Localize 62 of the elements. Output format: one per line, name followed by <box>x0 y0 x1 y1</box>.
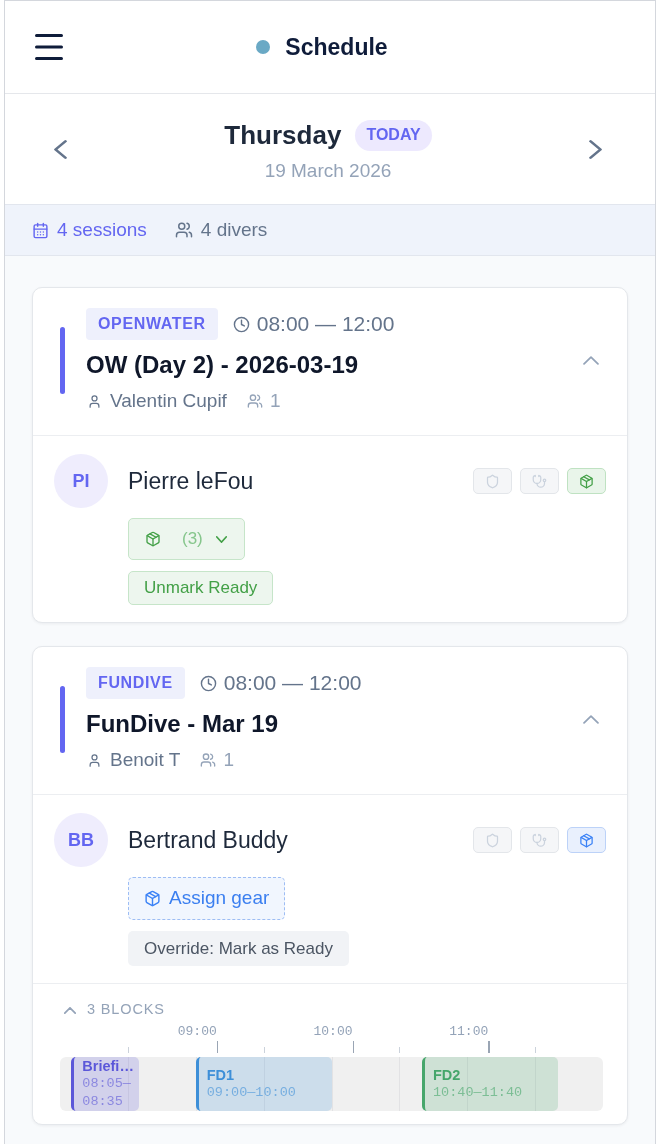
session-accent-bar <box>60 685 65 753</box>
users-icon <box>200 752 217 768</box>
block-title: Briefi… <box>82 1057 134 1075</box>
tick-mark <box>535 1047 537 1053</box>
clock-icon <box>199 674 217 692</box>
full-date: 19 March 2026 <box>264 159 392 182</box>
session-time: 08:00 — 12:00 <box>223 670 362 697</box>
timeline-block[interactable]: FD2 10:40—11:40 <box>422 1057 558 1111</box>
avatar: PI <box>54 454 108 508</box>
tick-mark <box>127 1047 129 1053</box>
block-time: 09:00—10:00 <box>206 1084 296 1102</box>
diver-count: 1 <box>269 388 281 413</box>
chevron-left-icon[interactable] <box>54 139 67 159</box>
calendar-icon <box>32 221 49 239</box>
timeline-block[interactable]: FD1 09:00—10:00 <box>195 1057 332 1111</box>
tick-mark <box>263 1047 265 1053</box>
blocks-toggle[interactable]: 3 BLOCKS <box>64 1002 165 1018</box>
block-time: 10:40—11:40 <box>433 1084 523 1102</box>
instructor-name: Valentin Cupif <box>110 388 227 413</box>
today-badge: TODAY <box>355 119 432 151</box>
divers-count: 4 divers <box>200 217 268 242</box>
session-time: 08:00 — 12:00 <box>256 311 395 338</box>
assign-gear-button[interactable]: Assign gear <box>128 877 286 920</box>
person-icon <box>87 393 102 409</box>
chevron-right-icon[interactable] <box>589 139 602 159</box>
menu-icon[interactable] <box>35 34 63 60</box>
gear-dropdown[interactable]: (3) <box>128 518 245 560</box>
block-title: FD1 <box>206 1066 235 1084</box>
chevron-up-icon[interactable] <box>583 355 599 365</box>
session-type-tag: FUNDIVE <box>86 667 185 699</box>
timeline-block[interactable]: Briefi… 08:05—08:35 <box>71 1057 140 1111</box>
session-type-tag: OPENWATER <box>86 308 218 340</box>
chevron-up-icon[interactable] <box>583 714 599 724</box>
chevron-down-icon <box>215 535 227 543</box>
ready-button[interactable]: Override: Mark as Ready <box>128 931 349 966</box>
users-icon <box>174 221 193 239</box>
instructor-name: Benoit T <box>110 747 181 772</box>
diver-name: Bertrand Buddy <box>128 825 288 855</box>
sessions-count: 4 sessions <box>57 217 147 242</box>
clock-icon <box>232 315 250 333</box>
session-title: FunDive - Mar 19 <box>86 709 279 739</box>
diver-name: Pierre leFou <box>128 466 254 496</box>
ready-button[interactable]: Unmark Ready <box>128 571 274 605</box>
person-icon <box>87 752 102 768</box>
tick-mark <box>399 1047 401 1053</box>
block-time: 08:05—08:35 <box>82 1075 132 1111</box>
avatar: BB <box>54 813 108 867</box>
tick-mark <box>352 1041 354 1053</box>
diver-count: 1 <box>223 747 234 772</box>
box-icon <box>144 890 161 907</box>
session-accent-bar <box>60 326 65 394</box>
tick-mark <box>488 1041 490 1053</box>
tick-mark <box>216 1041 219 1053</box>
axis-label: 09:00 <box>177 1025 217 1039</box>
session-title: OW (Day 2) - 2026-03-19 <box>86 350 359 380</box>
users-icon <box>246 393 263 409</box>
axis-label: 10:00 <box>313 1025 353 1039</box>
day-name: Thursday <box>224 118 342 152</box>
block-title: FD2 <box>433 1066 461 1084</box>
page-title: Schedule <box>285 32 388 62</box>
box-icon <box>145 531 161 547</box>
axis-label: 11:00 <box>449 1025 489 1039</box>
